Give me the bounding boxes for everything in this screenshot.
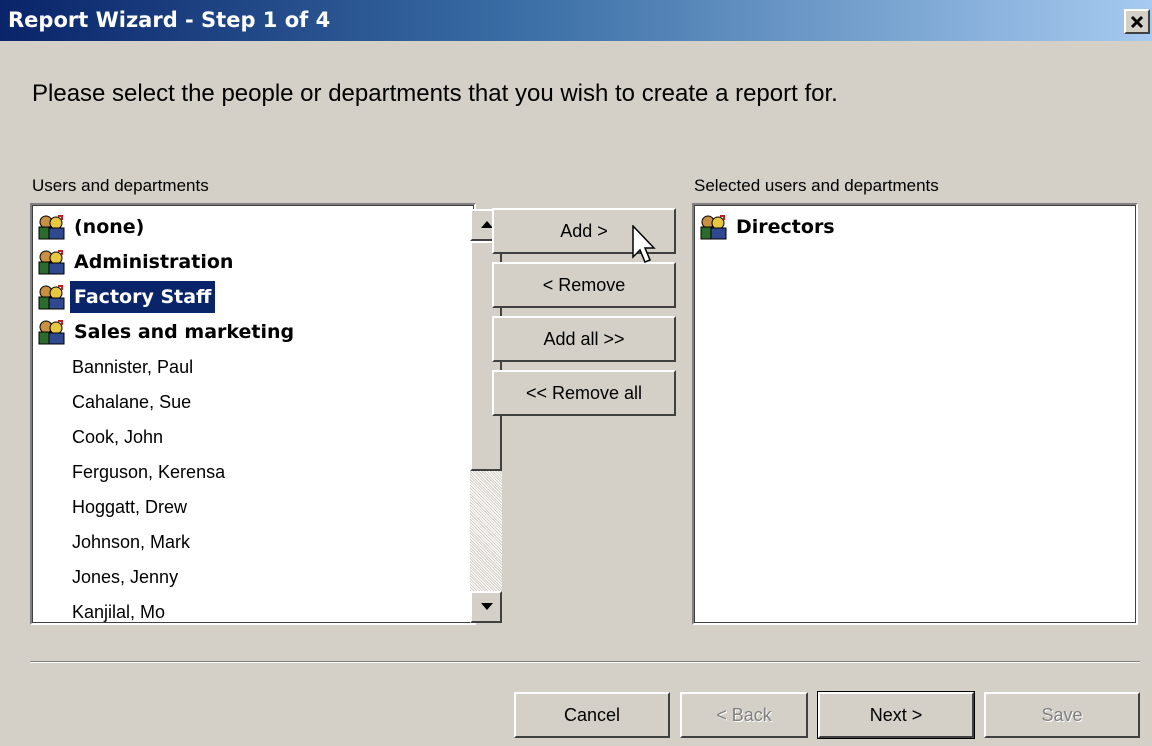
- back-button[interactable]: < Back: [680, 692, 808, 738]
- remove-all-button[interactable]: << Remove all: [492, 370, 676, 416]
- close-x-icon: [1130, 15, 1144, 29]
- group-icon: [700, 215, 727, 240]
- add-all-button-label: Add all >>: [543, 328, 625, 349]
- list-item-label: Hoggatt, Drew: [72, 497, 188, 517]
- next-button-label: Next >: [869, 704, 923, 725]
- list-item-label: Bannister, Paul: [72, 357, 194, 377]
- next-button[interactable]: Next >: [817, 691, 975, 739]
- add-all-button[interactable]: Add all >>: [492, 316, 676, 362]
- list-item-label: Directors: [736, 216, 835, 238]
- remove-button-label: < Remove: [542, 274, 626, 295]
- list-item-label: (none): [74, 216, 145, 238]
- list-item-label: Johnson, Mark: [72, 532, 191, 552]
- list-item-label: Kanjilal, Mo: [72, 602, 166, 622]
- group-icon: [38, 285, 65, 310]
- available-listbox[interactable]: (none) Administration Factory Staff Sales a…: [30, 203, 502, 625]
- mouse-cursor-icon: [632, 225, 656, 263]
- remove-button[interactable]: < Remove: [492, 262, 676, 308]
- list-item-label: Cook, John: [72, 427, 164, 447]
- list-item-label: Sales and marketing: [74, 321, 295, 343]
- available-list-label: Users and departments: [32, 176, 209, 195]
- list-item-label: Administration: [74, 251, 234, 273]
- group-icon: [38, 250, 65, 275]
- selected-list-label: Selected users and departments: [694, 176, 939, 195]
- arrow-down-icon: [481, 603, 493, 610]
- remove-all-button-label: << Remove all: [525, 382, 643, 403]
- save-button[interactable]: Save: [984, 692, 1140, 738]
- back-button-label: < Back: [716, 704, 772, 725]
- list-item-label: Factory Staff: [68, 280, 217, 314]
- scroll-down-button[interactable]: [470, 591, 502, 623]
- cancel-button[interactable]: Cancel: [514, 692, 670, 738]
- group-icon: [38, 215, 65, 240]
- window-title: Report Wizard - Step 1 of 4: [8, 8, 331, 32]
- cancel-button-label: Cancel: [563, 704, 621, 725]
- save-button-label: Save: [1041, 704, 1083, 725]
- group-icon: [38, 320, 65, 345]
- selected-listbox[interactable]: Directors: [692, 203, 1138, 625]
- instruction-text: Please select the people or departments …: [32, 80, 838, 107]
- list-item-label: Jones, Jenny: [72, 567, 179, 587]
- title-bar: Report Wizard - Step 1 of 4: [0, 0, 1152, 41]
- list-item-label: Cahalane, Sue: [72, 392, 192, 412]
- add-button-label: Add >: [560, 220, 608, 241]
- list-item-label: Ferguson, Kerensa: [72, 462, 226, 482]
- close-button[interactable]: [1124, 9, 1150, 34]
